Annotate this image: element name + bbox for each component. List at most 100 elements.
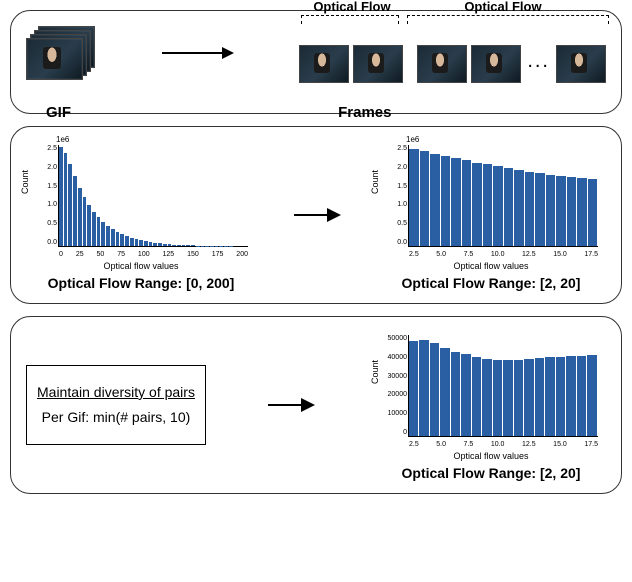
- bar: [493, 360, 503, 436]
- bar: [172, 245, 176, 246]
- bars: [409, 145, 598, 246]
- x-tick: 100: [138, 251, 150, 258]
- panel-gif-to-frames: Optical Flow Optical Flow ... GIF Frames: [10, 10, 622, 114]
- bar: [546, 175, 556, 246]
- x-axis-label: Optical flow values: [453, 261, 528, 271]
- histogram-chart: Count Optical flow values 2.55.07.510.01…: [376, 329, 606, 459]
- bar: [514, 360, 524, 436]
- y-tick: 40000: [388, 354, 407, 361]
- y-tick: 2.0: [397, 164, 407, 171]
- bar: [483, 164, 493, 246]
- range-caption: Optical Flow Range: [2, 20]: [402, 465, 581, 481]
- frame-thumb: [353, 45, 403, 83]
- bar: [78, 188, 82, 246]
- frame-thumb: [299, 45, 349, 83]
- histogram-chart: 1e6 Count Optical flow values 2.55.07.51…: [376, 139, 606, 269]
- x-axis-label: Optical flow values: [453, 451, 528, 461]
- bar: [545, 357, 555, 436]
- panel-diversity-cap: Maintain diversity of pairs Per Gif: min…: [10, 316, 622, 494]
- bar: [567, 177, 577, 246]
- x-axis-label: Optical flow values: [103, 261, 178, 271]
- y-tick: 10000: [388, 410, 407, 417]
- bar: [535, 358, 545, 436]
- frame-thumb: [556, 45, 606, 83]
- range-caption: Optical Flow Range: [0, 200]: [48, 275, 235, 291]
- y-tick: 1.5: [397, 183, 407, 190]
- bar: [130, 238, 134, 246]
- gif-frame-thumb: [26, 38, 83, 80]
- bar: [177, 245, 181, 246]
- optical-flow-label: Optical Flow: [464, 0, 541, 14]
- optical-flow-label: Optical Flow: [313, 0, 390, 14]
- y-ticks: 50000400003000020000100000: [381, 335, 407, 436]
- bar: [182, 245, 186, 246]
- bar: [441, 156, 451, 246]
- bar: [68, 164, 72, 246]
- bar: [430, 343, 440, 436]
- x-tick: 15.0: [553, 251, 567, 258]
- x-tick: 2.5: [409, 251, 419, 258]
- bar: [73, 176, 77, 246]
- y-axis-label: Count: [370, 170, 380, 194]
- y-tick: 1.0: [47, 201, 57, 208]
- bar: [111, 229, 115, 246]
- bar: [106, 226, 110, 246]
- arrow-icon: [162, 52, 232, 54]
- y-tick: 0.0: [47, 239, 57, 246]
- range-caption: Optical Flow Range: [2, 20]: [402, 275, 581, 291]
- bar: [196, 246, 200, 247]
- bar: [482, 359, 492, 436]
- mid-row: 1e6 Count Optical flow values 0255075100…: [26, 139, 606, 291]
- bar: [92, 212, 96, 246]
- chart-full-range: 1e6 Count Optical flow values 0255075100…: [26, 139, 256, 291]
- y-exponent: 1e6: [56, 135, 69, 144]
- bar: [409, 341, 419, 436]
- bar: [186, 245, 190, 246]
- x-tick: 10.0: [491, 441, 505, 448]
- x-tick: 15.0: [553, 441, 567, 448]
- bar: [191, 245, 195, 246]
- bar: [462, 160, 472, 246]
- frame-thumb: [417, 45, 467, 83]
- y-ticks: 2.52.01.51.00.50.0: [381, 145, 407, 246]
- x-ticks: 0255075100125150175200: [59, 251, 248, 258]
- y-tick: 0: [403, 429, 407, 436]
- bar: [97, 217, 101, 246]
- x-tick: 12.5: [522, 251, 536, 258]
- bar: [116, 232, 120, 246]
- bar: [514, 170, 524, 246]
- bottom-row: Maintain diversity of pairs Per Gif: min…: [26, 329, 606, 481]
- frames-caption: Frames: [338, 104, 391, 121]
- bar: [153, 243, 157, 246]
- bar: [120, 234, 124, 246]
- diversity-text-box: Maintain diversity of pairs Per Gif: min…: [26, 365, 206, 445]
- y-tick: 1.5: [47, 183, 57, 190]
- panel-range-filter: 1e6 Count Optical flow values 0255075100…: [10, 126, 622, 304]
- bar: [158, 243, 162, 246]
- gif-caption: GIF: [46, 104, 71, 121]
- x-tick: 17.5: [584, 441, 598, 448]
- x-tick: 12.5: [522, 441, 536, 448]
- bar: [430, 154, 440, 246]
- bar: [493, 166, 503, 246]
- gif-thumbnail-stack: [26, 26, 94, 81]
- bar: [461, 354, 471, 436]
- ellipsis-icon: ...: [527, 50, 550, 73]
- x-tick: 50: [97, 251, 105, 258]
- bar: [451, 158, 461, 246]
- x-tick: 10.0: [491, 251, 505, 258]
- x-tick: 5.0: [436, 441, 446, 448]
- y-ticks: 2.52.01.51.00.50.0: [31, 145, 57, 246]
- chart-2-20-all: 1e6 Count Optical flow values 2.55.07.51…: [376, 139, 606, 291]
- diversity-title: Maintain diversity of pairs: [37, 380, 195, 405]
- y-tick: 2.0: [47, 164, 57, 171]
- bar: [525, 172, 535, 246]
- x-tick: 75: [117, 251, 125, 258]
- bar: [83, 197, 87, 246]
- x-tick: 25: [76, 251, 84, 258]
- diversity-rule: Per Gif: min(# pairs, 10): [37, 405, 195, 430]
- bar: [556, 357, 566, 437]
- bars: [59, 145, 248, 246]
- y-tick: 0.0: [397, 239, 407, 246]
- arrow-icon: [268, 404, 313, 406]
